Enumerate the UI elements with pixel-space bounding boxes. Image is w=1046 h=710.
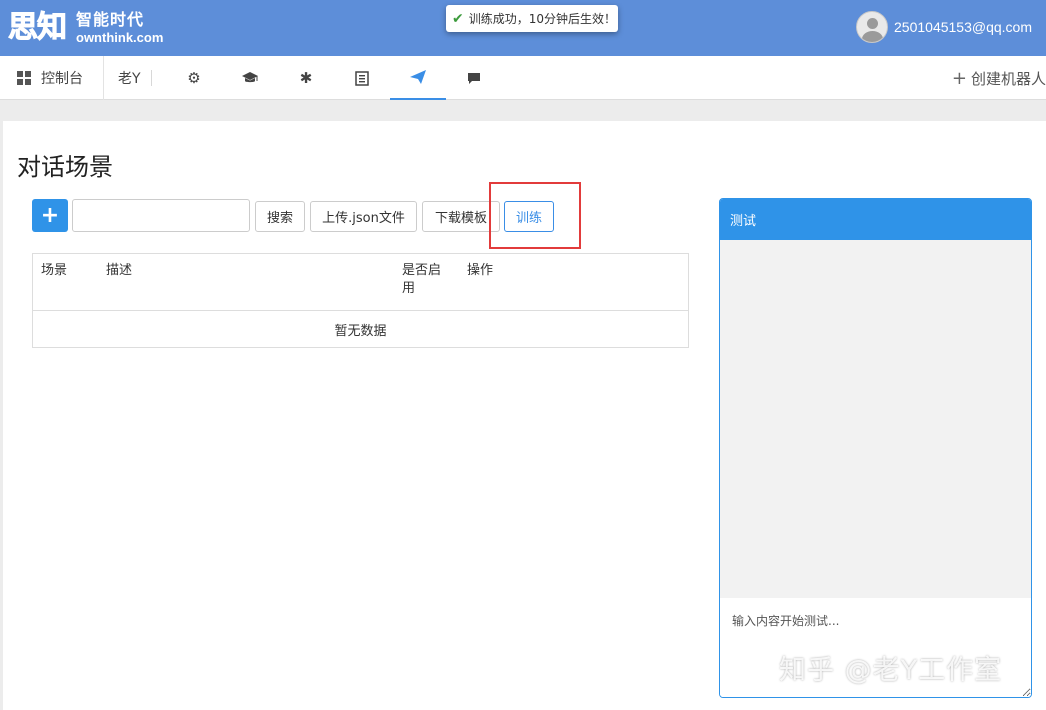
create-bot-button[interactable]: + 创建机器人 (952, 56, 1046, 100)
nav-dashboard[interactable]: 控制台 (17, 56, 83, 100)
scenes-table: 场景 描述 是否启用 操作 暂无数据 (32, 253, 689, 348)
comment-icon (468, 72, 480, 84)
content-panel: 对话场景 + 搜索 上传.json文件 下载模板 训练 场景 描述 是否启用 操… (3, 121, 1046, 710)
add-scene-button[interactable]: + (32, 199, 68, 232)
user-menu[interactable]: 2501045153@qq.com (856, 11, 1032, 43)
nav-bot-name[interactable]: 老Y (118, 56, 141, 100)
search-button[interactable]: 搜索 (255, 201, 305, 232)
search-input[interactable] (72, 199, 250, 232)
page-title: 对话场景 (17, 153, 113, 181)
nav-bar: 控制台 老Y ⚙ ✱ + 创建机器人 (0, 56, 1046, 100)
gear-icon: ⚙ (187, 69, 201, 87)
upload-json-button[interactable]: 上传.json文件 (310, 201, 417, 232)
test-panel-title: 测试 (720, 199, 1031, 240)
nav-dashboard-label: 控制台 (41, 71, 83, 87)
logo-domain: ownthink.com (76, 30, 164, 45)
column-header: 是否启用 (402, 263, 442, 296)
column-header: 描述 (106, 263, 133, 278)
column-header: 场景 (41, 263, 68, 278)
test-conversation-area (720, 240, 1031, 598)
success-toast: ✔ 训练成功，10分钟后生效！ (446, 5, 618, 32)
nav-divider (103, 56, 104, 100)
nav-chat[interactable] (446, 56, 502, 100)
check-icon: ✔ (452, 10, 464, 27)
bot-name-label: 老Y (118, 71, 141, 87)
plus-icon: + (951, 67, 967, 89)
paper-plane-icon (410, 70, 426, 84)
test-panel: 测试 (719, 198, 1032, 698)
nav-divider (151, 70, 152, 86)
logo-mark: 思知 (8, 10, 68, 46)
toast-message: 训练成功，10分钟后生效！ (468, 12, 617, 26)
nav-entities[interactable]: ✱ (278, 56, 334, 100)
asterisk-icon: ✱ (299, 69, 313, 87)
logo[interactable]: 思知 智能时代 ownthink.com (8, 8, 164, 48)
column-header: 操作 (467, 263, 494, 278)
watermark: 知乎 @老Y工作室 (779, 655, 1003, 686)
grid-icon (17, 71, 31, 85)
create-bot-label: 创建机器人 (970, 69, 1046, 88)
book-icon (355, 70, 369, 86)
logo-slogan: 智能时代 (76, 10, 145, 29)
highlight-annotation (489, 182, 581, 249)
empty-state: 暂无数据 (334, 323, 387, 339)
graduation-cap-icon (242, 72, 258, 83)
nav-dialog-scenes[interactable] (390, 56, 446, 100)
nav-learning[interactable] (222, 56, 278, 100)
nav-settings[interactable]: ⚙ (166, 56, 222, 100)
avatar[interactable] (856, 11, 889, 43)
nav-knowledge[interactable] (334, 56, 390, 100)
user-email[interactable]: 2501045153@qq.com (894, 19, 1032, 35)
top-header: 思知 智能时代 ownthink.com ✔ 训练成功，10分钟后生效！ 250… (0, 0, 1046, 56)
